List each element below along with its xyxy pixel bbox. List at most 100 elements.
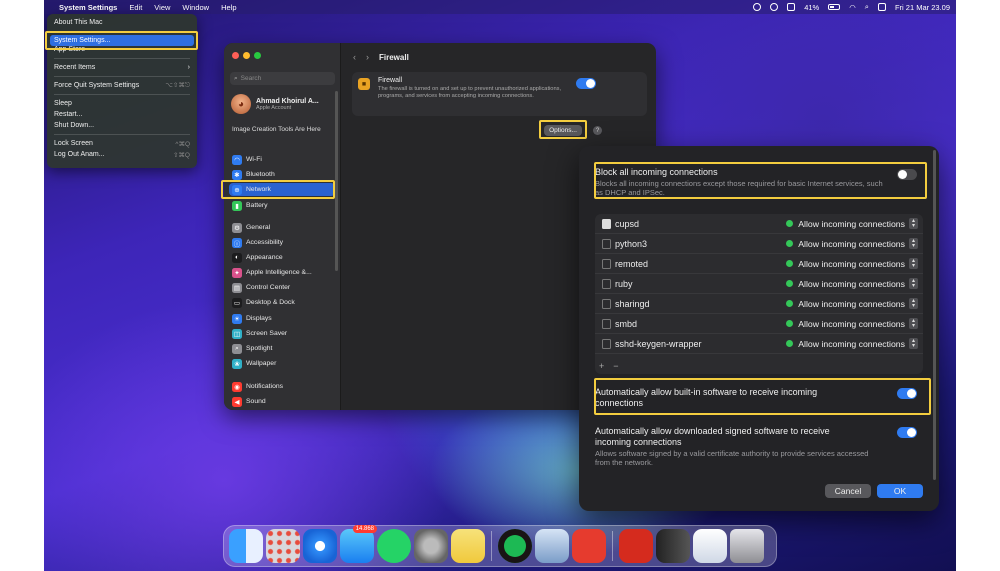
block-all-toggle[interactable] <box>897 169 917 180</box>
forward-icon[interactable]: › <box>366 52 369 62</box>
sidebar-item-screen-saver[interactable]: ◫ Screen Saver <box>229 327 335 340</box>
connection-status[interactable]: Allow incoming connections <box>798 299 905 309</box>
add-app-button[interactable]: + <box>599 361 604 371</box>
notes-icon[interactable] <box>451 529 485 563</box>
trash-icon[interactable] <box>730 529 764 563</box>
launchpad-icon[interactable] <box>266 529 300 563</box>
menu-edit[interactable]: Edit <box>129 3 142 12</box>
sidebar-item-wifi[interactable]: ◠ Wi-Fi <box>229 153 335 166</box>
menu-item-log-out[interactable]: Log Out Anam... ⇧⌘Q <box>47 149 197 160</box>
menu-item-app-store[interactable]: App Store <box>47 44 197 55</box>
signed-software-toggle[interactable] <box>897 427 917 438</box>
sidebar-item-apple-intelligence[interactable]: ✦ Apple Intelligence &... <box>229 266 335 279</box>
connection-status[interactable]: Allow incoming connections <box>798 339 905 349</box>
table-row[interactable]: sharingd Allow incoming connections ▴ ▾ <box>595 294 923 314</box>
firewall-toggle[interactable] <box>576 78 596 89</box>
help-button[interactable]: ? <box>593 126 602 135</box>
chevron-updown-icon[interactable]: ▴ ▾ <box>909 318 918 329</box>
whatsapp-icon[interactable] <box>377 529 411 563</box>
connection-status[interactable]: Allow incoming connections <box>798 239 905 249</box>
table-row[interactable]: sshd-keygen-wrapper Allow incoming connec… <box>595 334 923 354</box>
remove-app-button[interactable]: − <box>613 361 618 371</box>
minimize-button[interactable] <box>243 52 250 59</box>
spotify-icon[interactable] <box>498 529 532 563</box>
menu-item-force-quit[interactable]: Force Quit System Settings ⌥⇧⌘⎋ <box>47 80 197 91</box>
chevron-updown-icon[interactable]: ▴ ▾ <box>909 278 918 289</box>
connection-status[interactable]: Allow incoming connections <box>798 219 905 229</box>
menu-app-name[interactable]: System Settings <box>59 3 117 12</box>
apple-account[interactable]: ◕ Ahmad Khoirul A... Apple Account <box>231 94 319 114</box>
cancel-button[interactable]: Cancel <box>825 484 871 498</box>
sidebar-item-accessibility[interactable]: ⓘ Accessibility <box>229 236 335 249</box>
builtin-software-toggle[interactable] <box>897 388 917 399</box>
sidebar-item-general[interactable]: ⚙ General <box>229 221 335 234</box>
sidebar-item-label: Desktop & Dock <box>246 299 295 306</box>
menu-item-recent[interactable]: Recent Items › <box>47 62 197 73</box>
table-row[interactable]: smbd Allow incoming connections ▴ ▾ <box>595 314 923 334</box>
table-row[interactable]: ruby Allow incoming connections ▴ ▾ <box>595 274 923 294</box>
sidebar-item-bluetooth[interactable]: ✱ Bluetooth <box>229 168 335 181</box>
sidebar-item-network[interactable]: ⊕ Network <box>229 183 335 196</box>
menu-item-about[interactable]: About This Mac <box>47 17 197 28</box>
close-button[interactable] <box>232 52 239 59</box>
recent-window-icon[interactable] <box>656 529 690 563</box>
sidebar-item-battery[interactable]: ▮ Battery <box>229 199 335 212</box>
sidebar-item-displays[interactable]: ☀ Displays <box>229 312 335 325</box>
connection-status[interactable]: Allow incoming connections <box>798 279 905 289</box>
sidebar-item-wallpaper[interactable]: ❀ Wallpaper <box>229 357 335 370</box>
options-button[interactable]: Options... <box>544 125 582 136</box>
preview-icon[interactable] <box>535 529 569 563</box>
search-icon[interactable]: ⌕ <box>865 2 869 12</box>
recent-document-icon[interactable] <box>693 529 727 563</box>
status-dot <box>786 320 794 327</box>
table-row[interactable]: python3 Allow incoming connections ▴ ▾ <box>595 234 923 254</box>
zoom-button[interactable] <box>254 52 261 59</box>
promo-image-creation[interactable]: Image Creation Tools Are Here <box>232 126 332 134</box>
system-settings-icon[interactable] <box>414 529 448 563</box>
menu-help[interactable]: Help <box>221 3 236 12</box>
wifi-icon: ◠ <box>232 154 242 165</box>
chevron-updown-icon[interactable]: ▴ ▾ <box>909 258 918 269</box>
creative-cloud-icon[interactable] <box>572 529 606 563</box>
safari-icon[interactable] <box>303 529 337 563</box>
menu-window[interactable]: Window <box>182 3 209 12</box>
ok-button[interactable]: OK <box>877 484 923 498</box>
chevron-updown-icon[interactable]: ▴ ▾ <box>909 218 918 229</box>
chevron-updown-icon[interactable]: ▴ ▾ <box>909 338 918 349</box>
connection-status[interactable]: Allow incoming connections <box>798 259 905 269</box>
block-all-description: Blocks all incoming connections except t… <box>595 179 883 197</box>
menu-item-lock-screen[interactable]: Lock Screen ^⌘Q <box>47 138 197 149</box>
mail-icon[interactable]: 14.868 <box>340 525 377 563</box>
desktop: System Settings Edit View Window Help 41… <box>44 0 956 571</box>
wifi-icon[interactable]: ◠ <box>849 3 856 12</box>
menu-item-sleep[interactable]: Sleep <box>47 98 197 109</box>
sidebar-item-control-center[interactable]: ▤ Control Center <box>229 281 335 294</box>
table-row[interactable]: remoted Allow incoming connections ▴ ▾ <box>595 254 923 274</box>
control-center-icon[interactable] <box>877 3 886 11</box>
battery-icon[interactable] <box>828 4 841 10</box>
sidebar-item-appearance[interactable]: ◐ Appearance <box>229 251 335 264</box>
chevron-updown-icon[interactable]: ▴ ▾ <box>909 298 918 309</box>
menu-clock[interactable]: Fri 21 Mar 23.09 <box>895 3 950 12</box>
play-icon[interactable] <box>770 3 779 11</box>
search-input[interactable]: ⌕ Search <box>230 72 335 85</box>
menu-item-shutdown[interactable]: Shut Down... <box>47 120 197 131</box>
screen-record-icon[interactable] <box>753 3 762 11</box>
battery-percent: 41% <box>804 2 820 12</box>
sheet-scrollbar[interactable] <box>933 150 936 480</box>
account-subtitle: Apple Account <box>256 104 292 111</box>
display-icon[interactable] <box>787 3 796 11</box>
sidebar-scrollbar[interactable] <box>335 91 338 271</box>
connection-status[interactable]: Allow incoming connections <box>798 319 905 329</box>
menu-item-restart[interactable]: Restart... <box>47 109 197 120</box>
adobe-folder-icon[interactable] <box>619 529 653 563</box>
table-row[interactable]: cupsd Allow incoming connections ▴ ▾ <box>595 214 923 234</box>
back-icon[interactable]: ‹ <box>353 52 356 62</box>
menu-view[interactable]: View <box>154 3 170 12</box>
sidebar-item-notifications[interactable]: ◉ Notifications <box>229 380 335 393</box>
sidebar-item-desktop-dock[interactable]: ▭ Desktop & Dock <box>229 296 335 309</box>
sidebar-item-sound[interactable]: ◀ Sound <box>229 395 335 408</box>
sidebar-item-spotlight[interactable]: ⌕ Spotlight <box>229 342 335 355</box>
finder-icon[interactable] <box>229 529 263 563</box>
chevron-updown-icon[interactable]: ▴ ▾ <box>909 238 918 249</box>
